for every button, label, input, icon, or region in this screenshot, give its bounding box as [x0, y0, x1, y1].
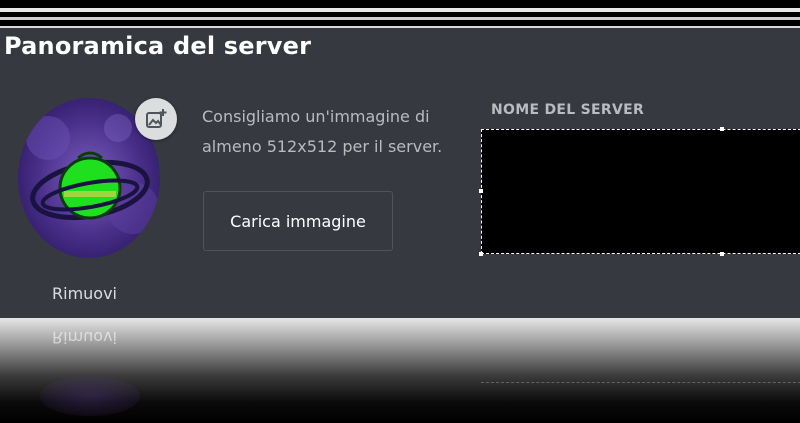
mirror-reflection: Rimuovi	[0, 318, 800, 423]
remove-icon-link[interactable]: Rimuovi	[52, 284, 117, 303]
reflected-field-border	[481, 382, 800, 384]
top-border-strip	[0, 0, 800, 26]
reflected-remove-text: Rimuovi	[52, 328, 117, 347]
image-add-icon	[146, 109, 167, 128]
screenshot-stage: Panoramica del server Rimuovi Consigliam…	[0, 0, 800, 423]
selection-handle	[479, 189, 483, 193]
divider-line	[0, 8, 800, 12]
reflected-avatar	[40, 376, 140, 416]
server-icon-uploader[interactable]	[18, 98, 177, 258]
selection-handle	[720, 127, 724, 131]
server-name-label: NOME DEL SERVER	[491, 102, 645, 118]
divider-line	[0, 17, 800, 20]
upload-image-button-text[interactable]: Carica immagine	[203, 191, 393, 251]
upload-image-button[interactable]	[135, 98, 177, 140]
selection-handle	[479, 252, 483, 256]
server-name-input[interactable]	[481, 129, 800, 254]
selection-handle	[720, 252, 724, 256]
upload-hint-text: Consigliamo un'immagine di almeno 512x51…	[202, 107, 443, 156]
server-overview-panel: Panoramica del server Rimuovi Consigliam…	[0, 26, 800, 320]
page-title: Panoramica del server	[4, 32, 312, 60]
